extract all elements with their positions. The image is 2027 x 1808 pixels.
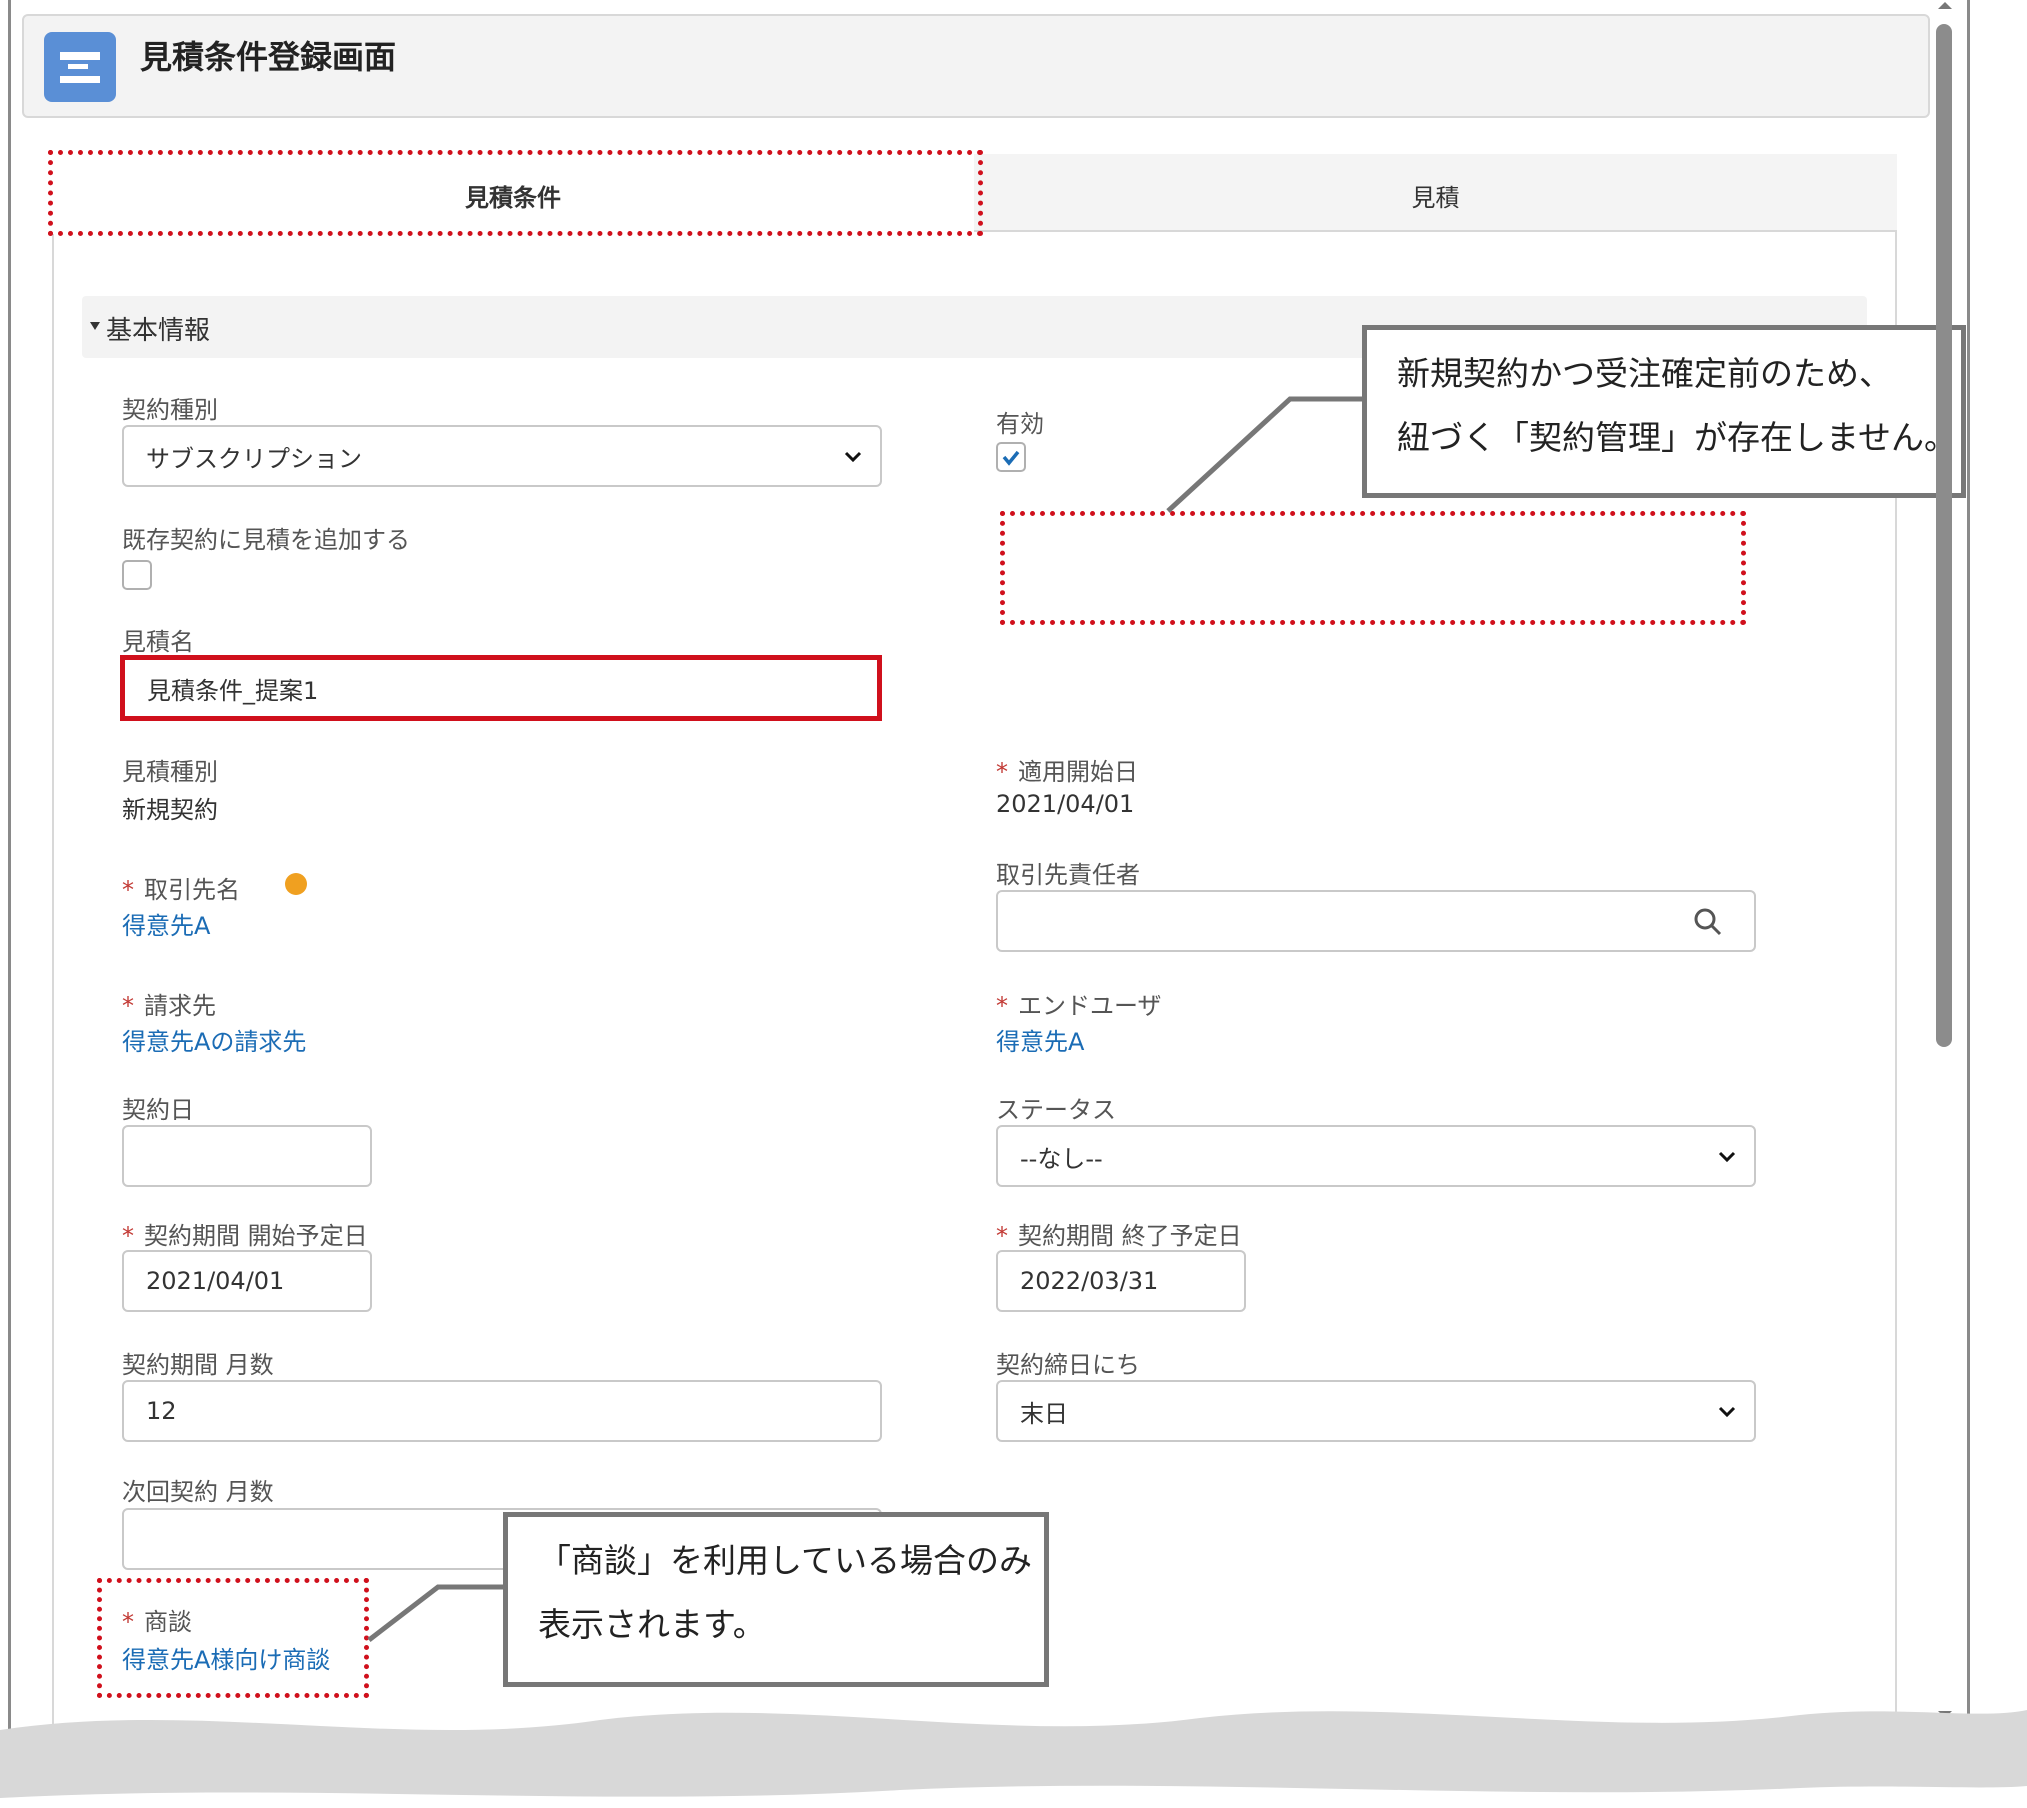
callout-line: 新規契約かつ受注確定前のため、 [1397, 354, 1892, 393]
scrollbar-thumb[interactable] [1936, 24, 1952, 1047]
callout-line: 「商談」を利用している場合のみ [538, 1541, 1033, 1580]
scrollbar[interactable] [1932, 0, 1956, 1740]
callout-opportunity: 「商談」を利用している場合のみ 表示されます。 [503, 1512, 1049, 1687]
callout-line: 表示されます。 [538, 1605, 766, 1644]
scroll-up-icon[interactable] [1938, 0, 1952, 10]
callout-line: 紐づく「契約管理」が存在しません。 [1397, 418, 1958, 457]
torn-edge [0, 1710, 2027, 1808]
callout-no-contract: 新規契約かつ受注確定前のため、 紐づく「契約管理」が存在しません。 [1362, 325, 1966, 498]
